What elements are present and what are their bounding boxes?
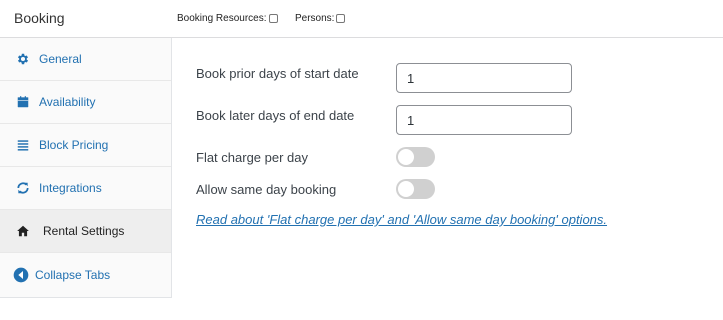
gear-icon xyxy=(15,51,31,67)
settings-tabs-sidebar: General Availability Block Pricing Integ… xyxy=(0,38,172,298)
same-day-label: Allow same day booking xyxy=(196,182,337,197)
same-day-toggle[interactable] xyxy=(396,179,435,199)
later-days-label: Book later days of end date xyxy=(196,108,355,123)
rental-settings-panel: Book prior days of start date Book later… xyxy=(172,38,723,320)
rental-options-help-link[interactable]: Read about 'Flat charge per day' and 'Al… xyxy=(196,212,607,227)
booking-resources-label: Booking Resources: xyxy=(177,13,267,24)
flat-charge-label: Flat charge per day xyxy=(196,150,309,165)
prior-days-label: Book prior days of start date xyxy=(196,66,359,81)
toggle-knob xyxy=(398,149,414,165)
tab-rental-settings-label: Rental Settings xyxy=(43,224,125,238)
prior-days-input[interactable] xyxy=(396,63,572,93)
booking-panel-header: Booking Booking Resources: Persons: xyxy=(0,0,723,38)
tab-general[interactable]: General xyxy=(0,38,171,81)
persons-option[interactable]: Persons: xyxy=(295,13,346,24)
tab-integrations[interactable]: Integrations xyxy=(0,167,171,210)
later-days-input[interactable] xyxy=(396,105,572,135)
toggle-knob xyxy=(398,181,414,197)
persons-label: Persons: xyxy=(295,13,335,24)
collapse-tabs-label: Collapse Tabs xyxy=(35,267,111,282)
list-icon xyxy=(15,137,31,153)
panel-title: Booking xyxy=(14,10,65,26)
flat-charge-toggle[interactable] xyxy=(396,147,435,167)
tab-integrations-label: Integrations xyxy=(39,181,102,195)
home-icon xyxy=(15,223,31,239)
tab-rental-settings[interactable]: Rental Settings xyxy=(0,210,171,253)
tab-availability-label: Availability xyxy=(39,95,96,109)
persons-checkbox[interactable] xyxy=(336,14,346,23)
sync-icon xyxy=(15,180,31,196)
tab-block-pricing[interactable]: Block Pricing xyxy=(0,124,171,167)
booking-resources-option[interactable]: Booking Resources: xyxy=(177,13,278,24)
tab-general-label: General xyxy=(39,52,82,66)
booking-resources-checkbox[interactable] xyxy=(268,14,278,23)
collapse-tabs-button[interactable]: Collapse Tabs xyxy=(0,253,171,296)
tab-availability[interactable]: Availability xyxy=(0,81,171,124)
tab-block-pricing-label: Block Pricing xyxy=(39,138,109,152)
collapse-arrow-icon xyxy=(13,267,29,283)
calendar-icon xyxy=(15,94,31,110)
